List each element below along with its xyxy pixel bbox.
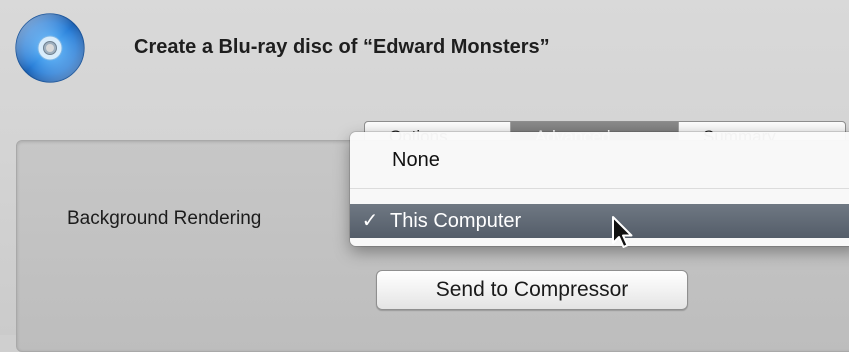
mouse-pointer-icon	[612, 216, 633, 248]
checkmark-icon: ✓	[361, 210, 379, 232]
menu-separator	[350, 188, 849, 189]
dialog-title: Create a Blu-ray disc of “Edward Monster…	[134, 36, 550, 58]
background-rendering-label: Background Rendering	[67, 208, 262, 229]
menu-item-none[interactable]: None	[350, 144, 849, 176]
send-to-compressor-button[interactable]: Send to Compressor	[376, 270, 688, 310]
menu-item-label: This Computer	[390, 210, 522, 232]
menu-item-this-computer[interactable]: ✓ This Computer	[350, 204, 849, 238]
blu-ray-disc-icon	[15, 13, 85, 83]
export-dialog: Create a Blu-ray disc of “Edward Monster…	[0, 0, 849, 352]
background-rendering-popup-menu: None ✓ This Computer	[350, 132, 849, 246]
